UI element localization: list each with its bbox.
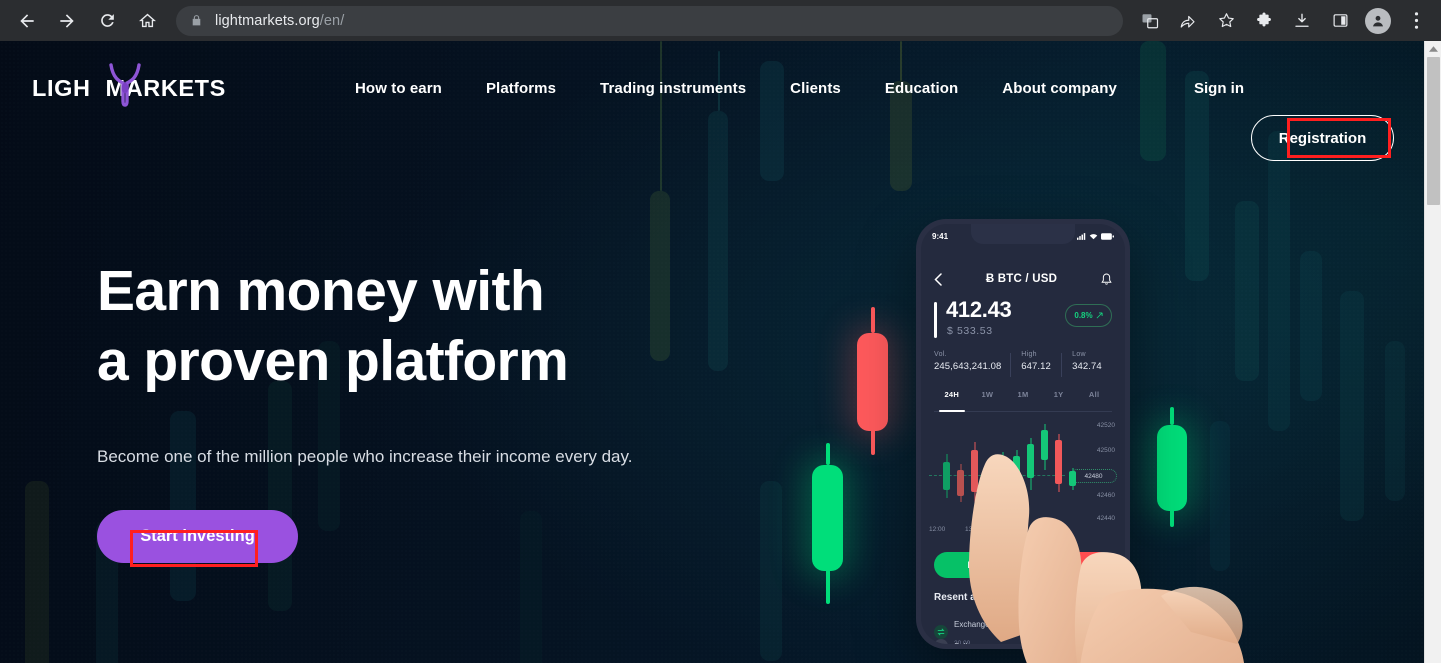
browser-actions [1131,0,1441,41]
stat-high-label: High [1021,351,1037,358]
stat-low-label: Low [1072,351,1086,358]
price-value: 412.43 [946,297,1012,322]
url-domain: lightmarkets.org [215,12,320,29]
back-chevron-icon[interactable] [934,272,942,286]
stat-volume: Vol. 245,643,241.08 [934,351,1010,381]
timeframe-tab-1y[interactable]: 1Y [1041,390,1077,411]
scroll-up-arrow-icon[interactable] [1425,41,1441,56]
trading-pair-title: Ƀ BTC / USD [986,273,1057,285]
trend-up-arrow-icon [1096,312,1103,319]
price-change-badge: 0.8% [1065,304,1112,327]
site-logo[interactable]: LIGHTMARKETS [32,63,225,108]
headline-line-2: a proven platform [97,329,569,393]
timeframe-tab-1w[interactable]: 1W [970,390,1006,411]
hero-subtitle: Become one of the million people who inc… [97,447,633,466]
x-tick-1200: 12:00 [929,526,946,533]
side-panel-icon[interactable] [1325,6,1355,36]
decorative-candle-red [857,307,888,455]
extensions-icon[interactable] [1249,6,1279,36]
nav-item-education[interactable]: Education [885,80,958,97]
y-tick-42520: 42520 [1096,422,1115,429]
exchange-icon [934,625,948,639]
lock-icon [190,14,203,27]
page-scrollbar[interactable] [1424,41,1441,663]
stat-high-value: 647.12 [1021,361,1051,372]
timeframe-tab-24h[interactable]: 24H [934,390,970,412]
stat-divider [1010,353,1012,377]
downloads-icon[interactable] [1287,6,1317,36]
stat-volume-value: 245,643,241.08 [934,361,1002,372]
main-nav: How to earn Platforms Trading instrument… [355,41,1117,136]
stat-low: Low 342.74 [1061,351,1112,381]
phone-status-bar: 9:41 [921,229,1125,243]
status-time: 9:41 [932,231,949,241]
price-accent-bar [934,302,937,338]
forward-button[interactable] [50,4,84,38]
cellular-signal-icon [1077,232,1086,240]
trading-pair-label: BTC / USD [997,273,1058,285]
chart-candle [943,454,950,498]
wifi-icon [1089,233,1098,239]
hand-illustration [969,454,1244,663]
bookmark-star-icon[interactable] [1211,6,1241,36]
page-title: Earn money with a proven platform [97,256,632,396]
battery-icon [1101,232,1114,240]
profile-avatar[interactable] [1365,7,1391,34]
bell-icon[interactable] [1101,273,1112,286]
url-path: /en/ [319,12,345,29]
reload-button[interactable] [90,4,124,38]
bitcoin-symbol-icon: Ƀ [985,273,995,285]
registration-highlight-annotation [1287,118,1391,158]
back-arrow-icon [20,13,34,28]
stat-low-value: 342.74 [1072,361,1102,372]
stat-high: High 647.12 [1010,351,1061,381]
price-change-value: 0.8% [1074,311,1093,320]
stat-divider [1061,353,1063,377]
address-bar[interactable]: lightmarkets.org/en/ [176,5,1123,36]
site-header: LIGHTMARKETS How to earn Platforms Tradi… [0,41,1441,161]
phone-stats-row: Vol. 245,643,241.08 High 647.12 Low 342.… [934,351,1112,381]
forward-arrow-icon [60,13,74,28]
phone-top-bar: Ƀ BTC / USD [921,268,1125,290]
nav-item-clients[interactable]: Clients [790,80,841,97]
sign-in-link[interactable]: Sign in [1194,41,1244,136]
timeframe-tabs: 24H 1W 1M 1Y All [934,390,1112,412]
translate-icon[interactable] [1135,6,1165,36]
nav-item-platforms[interactable]: Platforms [486,80,556,97]
phone-price-row: 412.43 $ 533.53 0.8% [934,297,1112,340]
timeframe-tab-all[interactable]: All [1076,390,1112,411]
page-viewport: LIGHTMARKETS How to earn Platforms Tradi… [0,41,1441,663]
scrollbar-thumb[interactable] [1427,57,1440,205]
cta-highlight-annotation [130,530,258,567]
status-icons [1077,232,1114,240]
home-button[interactable] [130,4,164,38]
hero-section: Earn money with a proven platform Become… [97,256,633,567]
back-button[interactable] [10,4,44,38]
timeframe-tab-1m[interactable]: 1M [1005,390,1041,411]
decorative-candle-green-left [812,443,843,604]
three-dot-menu-icon[interactable] [1401,6,1431,36]
stat-volume-label: Vol. [934,351,947,358]
logo-antler-icon [109,63,141,107]
share-icon[interactable] [1173,6,1203,36]
headline-line-1: Earn money with [97,259,545,323]
reload-icon [100,14,114,27]
nav-item-about-company[interactable]: About company [1002,80,1117,97]
logo-text-left: LIGH [32,75,91,101]
nav-item-how-to-earn[interactable]: How to earn [355,80,442,97]
home-icon [138,13,156,28]
browser-chrome: lightmarkets.org/en/ [0,0,1441,41]
price-usd-value: $ 533.53 [947,325,993,337]
url-text: lightmarkets.org/en/ [215,13,344,29]
nav-item-trading-instruments[interactable]: Trading instruments [600,80,746,97]
sell-activity-icon [934,639,948,644]
